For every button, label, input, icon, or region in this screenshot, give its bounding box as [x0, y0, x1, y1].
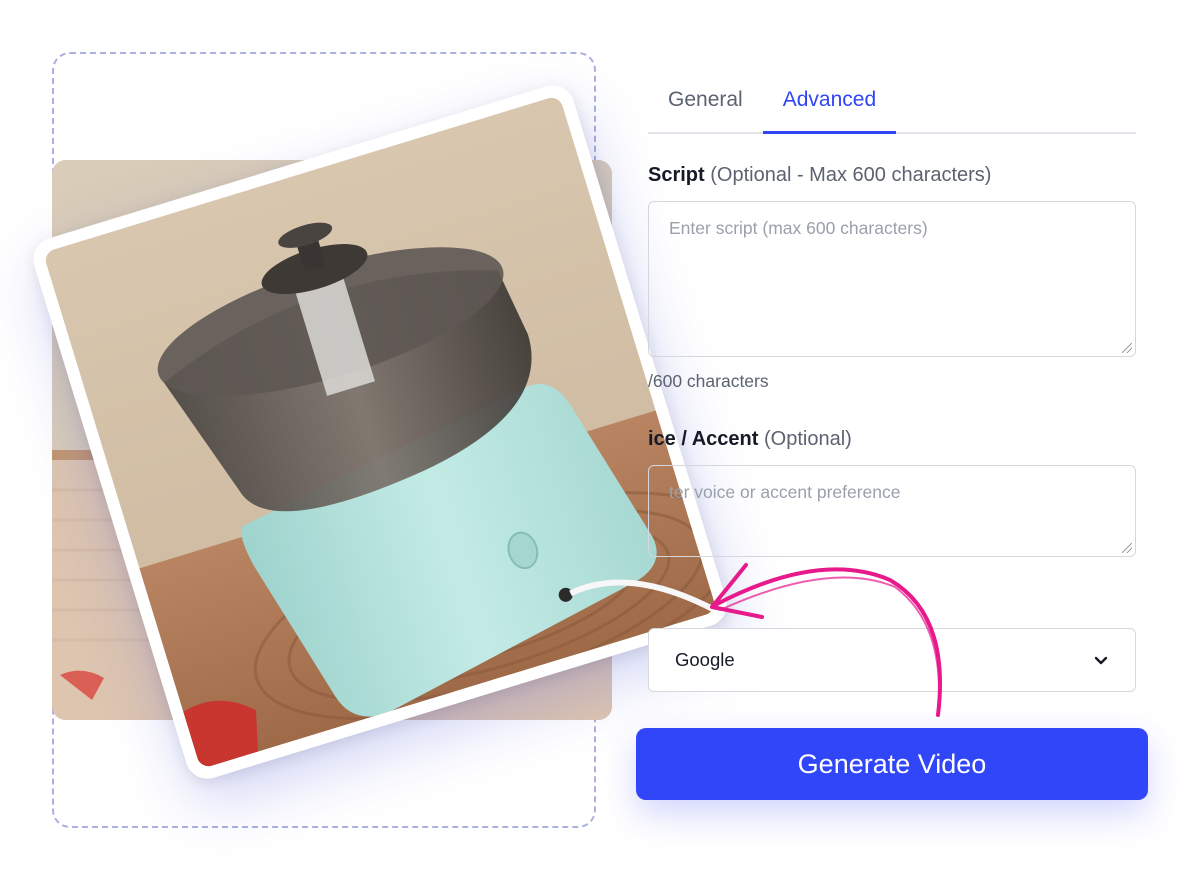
provider-selected-value: Google — [675, 649, 735, 670]
script-character-counter: /600 characters — [648, 371, 769, 391]
resize-handle-icon[interactable] — [1122, 543, 1132, 553]
voice-textarea[interactable]: ter voice or accent preference — [648, 465, 1136, 557]
script-label-hint: (Optional - Max 600 characters) — [710, 164, 992, 186]
tab-general[interactable]: General — [648, 70, 763, 132]
voice-label-title: ice / Accent — [648, 428, 759, 450]
settings-panel: General Advanced Script (Optional - Max … — [648, 70, 1136, 557]
script-label: Script (Optional - Max 600 characters) — [648, 164, 1136, 187]
script-label-title: Script — [648, 164, 705, 186]
chevron-down-icon — [1094, 656, 1108, 665]
script-textarea[interactable]: Enter script (max 600 characters) — [648, 201, 1136, 357]
voice-label: ice / Accent (Optional) — [648, 428, 1136, 451]
tab-advanced[interactable]: Advanced — [762, 70, 897, 134]
resize-handle-icon[interactable] — [1122, 343, 1132, 353]
voice-placeholder: ter voice or accent preference — [669, 482, 901, 502]
generate-video-button[interactable]: Generate Video — [636, 728, 1148, 800]
voice-label-hint: (Optional) — [763, 428, 852, 450]
provider-select[interactable]: Google — [648, 628, 1136, 692]
script-placeholder: Enter script (max 600 characters) — [669, 218, 928, 238]
tab-bar: General Advanced — [648, 70, 1136, 134]
